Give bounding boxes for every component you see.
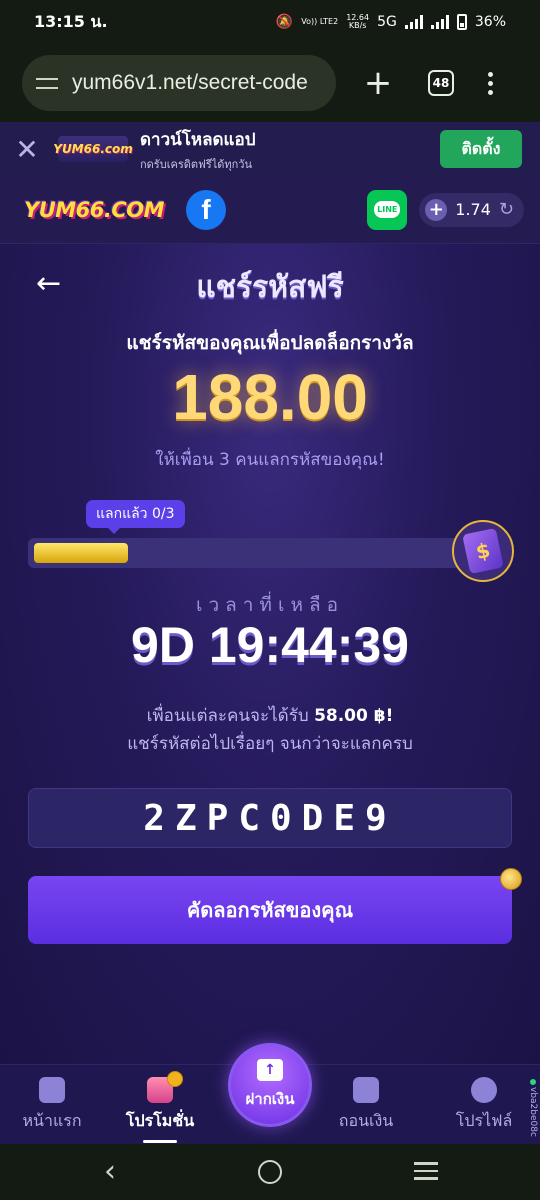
new-tab-icon[interactable]: + — [362, 66, 394, 100]
share-hint: ให้เพื่อน 3 คนแลกรหัสของคุณ! — [155, 450, 385, 470]
home-icon — [39, 1077, 65, 1103]
browser-toolbar: yum66v1.net/secret-code + 48 — [0, 44, 540, 122]
nav-profile[interactable]: โปรไฟล์ — [432, 1077, 536, 1134]
bottom-nav: หน้าแรก โปรโมชั่น ↑ ฝากเงิน ถอนเงิน โปรไ… — [0, 1043, 540, 1144]
battery-icon — [456, 14, 467, 30]
nav-deposit-button[interactable]: ↑ ฝากเงิน — [228, 1043, 312, 1127]
signal-icon — [404, 15, 423, 29]
nav-profile-label: โปรไฟล์ — [455, 1111, 513, 1130]
facebook-icon[interactable]: f — [186, 189, 227, 230]
mute-icon: 🔕 — [275, 14, 294, 30]
version-tag: vba2be08c — [528, 1079, 538, 1137]
banner-title: ดาวน์โหลดแอป — [140, 129, 256, 150]
status-bar: 13:15 น. 🔕 Vo)) LTE2 12.64 KB/s 5G 36% — [0, 0, 540, 44]
coin-icon — [500, 868, 522, 890]
site-header: YUM66.COM f LINE + 1.74 ↻ — [0, 176, 540, 244]
gift-icon — [147, 1071, 183, 1103]
reward-ticket-icon: $ — [452, 520, 514, 582]
countdown-timer: 9D 19:44:39 — [131, 617, 409, 673]
refresh-icon[interactable]: ↻ — [499, 199, 514, 220]
progress-badge: แลกแล้ว 0/3 — [86, 500, 185, 534]
nav-promotions-label: โปรโมชั่น — [125, 1111, 195, 1130]
reward-amount: 188.00 — [172, 361, 368, 433]
install-banner: ✕ YUM66.com ดาวน์โหลดแอป กดรับเครดิตฟรีไ… — [0, 122, 540, 176]
tab-switcher-button[interactable]: 48 — [428, 70, 454, 96]
system-nav-bar: ‹ — [0, 1144, 540, 1200]
friend-reward-info: เพื่อนแต่ละคนจะได้รับ 58.00 ฿! — [0, 702, 540, 729]
version-text: vba2be08c — [528, 1087, 538, 1137]
secret-code-display[interactable]: 2ZPC0DE9 — [28, 788, 512, 848]
friend-reward-amount: 58.00 ฿! — [314, 706, 394, 726]
page-title: แชร์รหัสฟรี — [196, 270, 344, 305]
system-back-icon[interactable]: ‹ — [104, 1154, 116, 1189]
nav-deposit-label: ฝากเงิน — [245, 1090, 295, 1108]
nav-withdraw[interactable]: ถอนเงิน — [314, 1077, 418, 1134]
active-indicator — [143, 1140, 177, 1143]
progress-track — [28, 538, 468, 568]
site-settings-icon[interactable] — [36, 73, 58, 93]
friend-reward-prefix: เพื่อนแต่ละคนจะได้รับ — [146, 706, 309, 726]
add-funds-icon[interactable]: + — [425, 198, 448, 221]
install-button[interactable]: ติดตั้ง — [440, 130, 522, 168]
line-label: LINE — [374, 201, 401, 218]
close-icon[interactable]: ✕ — [14, 133, 40, 166]
nav-promotions[interactable]: โปรโมชั่น — [108, 1071, 212, 1143]
nav-withdraw-label: ถอนเงิน — [338, 1111, 394, 1130]
copy-code-button[interactable]: คัดลอกรหัสของคุณ — [28, 876, 512, 944]
system-recents-icon[interactable] — [414, 1162, 438, 1180]
secret-code-page: ← แชร์รหัสฟรี แชร์รหัสของคุณเพื่อปลดล็อก… — [0, 244, 540, 1064]
nav-home[interactable]: หน้าแรก — [0, 1077, 104, 1134]
share-instruction: แชร์รหัสต่อไปเรื่อยๆ จนกว่าจะแลกครบ — [127, 734, 413, 754]
profile-icon — [471, 1077, 497, 1103]
wallet-icon — [353, 1077, 379, 1103]
deposit-icon: ↑ — [257, 1059, 283, 1081]
more-options-icon[interactable] — [488, 71, 493, 95]
banner-logo: YUM66.com — [53, 136, 133, 162]
signal-icon-2 — [430, 15, 449, 29]
status-time: 13:15 น. — [34, 11, 108, 31]
network-speed: 12.64 KB/s — [346, 14, 369, 30]
line-icon[interactable]: LINE — [367, 189, 408, 230]
site-logo[interactable]: YUM66.COM — [24, 198, 165, 222]
balance-pill[interactable]: + 1.74 ↻ — [419, 192, 524, 227]
system-home-icon[interactable] — [258, 1160, 282, 1184]
address-bar[interactable]: yum66v1.net/secret-code — [22, 55, 336, 111]
banner-subtitle: กดรับเครดิตฟรีได้ทุกวัน — [140, 157, 252, 171]
battery-percent: 36% — [474, 14, 506, 30]
network-type: 5G — [377, 14, 397, 30]
reward-subtitle: แชร์รหัสของคุณเพื่อปลดล็อกรางวัล — [126, 332, 414, 354]
balance-value: 1.74 — [455, 200, 491, 219]
url-text[interactable]: yum66v1.net/secret-code — [72, 71, 308, 95]
nav-home-label: หน้าแรก — [22, 1111, 82, 1130]
network-speed-unit: KB/s — [348, 21, 367, 30]
progress-fill — [34, 543, 128, 563]
volte-indicator: Vo)) LTE2 — [301, 17, 339, 26]
